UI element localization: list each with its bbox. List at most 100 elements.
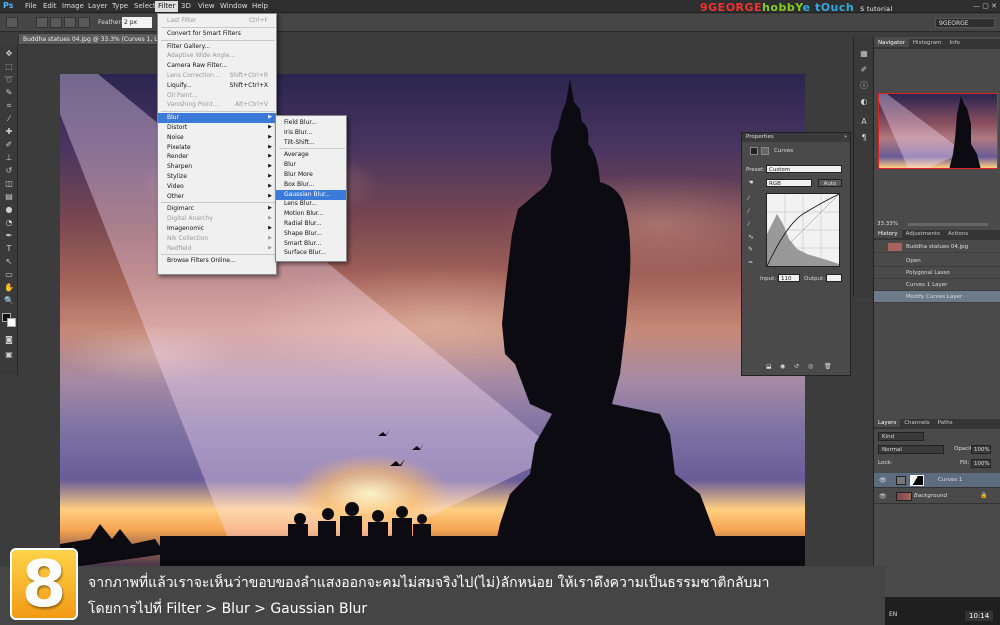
delete-adjustment-icon[interactable]: 🗑: [824, 363, 832, 370]
adjust-dock-icon[interactable]: ◐: [858, 97, 870, 107]
menu-layer[interactable]: Layer: [85, 1, 111, 12]
menu-item-lens-blur[interactable]: Lens Blur...: [276, 199, 346, 209]
menu-edit[interactable]: Edit: [40, 1, 60, 12]
gray-point-eyedropper-icon[interactable]: ⁄: [748, 208, 749, 215]
menu-item-gaussian-blur[interactable]: Gaussian Blur...: [276, 189, 346, 200]
menu-item-stylize[interactable]: Stylize ▶: [158, 172, 276, 182]
add-selection-icon[interactable]: [50, 17, 62, 28]
menu-item-sharpen[interactable]: Sharpen ▶: [158, 162, 276, 172]
navigator-zoom-slider[interactable]: [908, 223, 988, 226]
eye-icon[interactable]: 👁: [879, 493, 887, 500]
healing-tool-icon[interactable]: ✚: [3, 127, 15, 137]
view-previous-icon[interactable]: ◉: [780, 363, 785, 370]
blend-mode-select[interactable]: Normal: [878, 445, 944, 454]
marquee-tool-icon[interactable]: ⬚: [3, 62, 15, 72]
lasso-preset-icon[interactable]: [6, 17, 18, 28]
menu-item-shape-blur[interactable]: Shape Blur...: [276, 229, 346, 239]
fill-input[interactable]: 100%: [971, 459, 991, 468]
stamp-tool-icon[interactable]: ⊥: [3, 153, 15, 163]
menu-item-browse-filters-online[interactable]: Browse Filters Online...: [158, 256, 276, 266]
clip-to-layer-icon[interactable]: ⬓: [766, 363, 772, 370]
shape-tool-icon[interactable]: ▭: [3, 270, 15, 280]
menu-item-imagenomic[interactable]: Imagenomic ▶: [158, 224, 276, 234]
feather-input[interactable]: 2 px: [122, 17, 152, 28]
path-select-tool-icon[interactable]: ↖: [3, 257, 15, 267]
history-item[interactable]: Polygonal Lasso: [874, 267, 1000, 279]
tab-channels[interactable]: Channels: [900, 419, 933, 427]
black-point-eyedropper-icon[interactable]: ⁄: [748, 195, 749, 202]
workspace-select[interactable]: 9GEORGE: [935, 18, 995, 28]
blur-tool-icon[interactable]: ●: [3, 205, 15, 215]
tab-adjustments[interactable]: Adjustments: [902, 230, 944, 238]
output-field[interactable]: [826, 274, 842, 282]
layer-kind-filter[interactable]: Kind: [878, 432, 924, 441]
input-field[interactable]: 110: [778, 274, 800, 282]
menu-view[interactable]: View: [195, 1, 218, 12]
subtract-selection-icon[interactable]: [64, 17, 76, 28]
menu-item-blur[interactable]: Blur ▶: [158, 113, 276, 124]
menu-item-box-blur[interactable]: Box Blur...: [276, 180, 346, 190]
menu-type[interactable]: Type: [109, 1, 131, 12]
eyedropper-tool-icon[interactable]: ⁄: [3, 114, 15, 124]
history-dock-icon[interactable]: ▦: [858, 49, 870, 59]
window-controls[interactable]: — ▢ ✕: [973, 2, 997, 10]
move-tool-icon[interactable]: ✥: [3, 49, 15, 59]
tab-paths[interactable]: Paths: [934, 419, 957, 427]
menu-item-average[interactable]: Average: [276, 150, 346, 160]
menu-item-video[interactable]: Video ▶: [158, 182, 276, 192]
layer-mask-thumbnail[interactable]: [910, 475, 924, 486]
history-item[interactable]: Open: [874, 255, 1000, 267]
menu-3d[interactable]: 3D: [178, 1, 194, 12]
brush-dock-icon[interactable]: ✐: [858, 65, 870, 75]
menu-item-convert-for-smart-filters[interactable]: Convert for Smart Filters: [158, 29, 276, 39]
menu-item-radial-blur[interactable]: Radial Blur...: [276, 219, 346, 229]
preset-select[interactable]: Custom: [766, 165, 842, 173]
quick-select-tool-icon[interactable]: ✎: [3, 88, 15, 98]
visibility-icon[interactable]: ◎: [808, 363, 813, 370]
navigator-thumbnail[interactable]: [878, 93, 998, 169]
menu-file[interactable]: File: [22, 1, 40, 12]
menu-item-smart-blur[interactable]: Smart Blur...: [276, 239, 346, 249]
language-indicator[interactable]: EN: [889, 611, 897, 618]
menu-filter[interactable]: Filter: [155, 1, 179, 12]
menu-item-filter-gallery[interactable]: Filter Gallery...: [158, 42, 276, 52]
panel-collapse-icon[interactable]: »: [844, 134, 847, 140]
brush-tool-icon[interactable]: ✐: [3, 140, 15, 150]
history-brush-icon[interactable]: ↺: [3, 166, 15, 176]
menu-item-camera-raw-filter[interactable]: Camera Raw Filter...: [158, 61, 276, 71]
reset-icon[interactable]: ↺: [794, 363, 799, 370]
paragraph-dock-icon[interactable]: ¶: [858, 133, 870, 143]
history-item[interactable]: Modify Curves Layer: [874, 291, 1000, 303]
auto-button[interactable]: Auto: [818, 179, 842, 187]
tab-navigator[interactable]: Navigator: [874, 39, 909, 47]
menu-item-render[interactable]: Render ▶: [158, 152, 276, 162]
menu-item-liquify[interactable]: Liquify... Shift+Ctrl+X: [158, 81, 276, 91]
menu-item-tilt-shift[interactable]: Tilt-Shift...: [276, 138, 346, 148]
quick-mask-icon[interactable]: ◙: [3, 335, 15, 345]
character-dock-icon[interactable]: A: [858, 117, 870, 127]
menu-item-blur-more[interactable]: Blur More: [276, 170, 346, 180]
smooth-icon[interactable]: ≈: [748, 259, 753, 266]
menu-image[interactable]: Image: [59, 1, 87, 12]
layer-row[interactable]: 👁 Curves 1: [874, 473, 1000, 488]
dodge-tool-icon[interactable]: ◔: [3, 218, 15, 228]
hand-adjust-icon[interactable]: ☚: [748, 179, 753, 186]
history-snapshot[interactable]: Buddha statues 04.jpg: [874, 241, 1000, 253]
menu-item-motion-blur[interactable]: Motion Blur...: [276, 209, 346, 219]
menu-window[interactable]: Window: [217, 1, 251, 12]
crop-tool-icon[interactable]: ⌗: [3, 101, 15, 111]
layer-mask-icon[interactable]: [761, 147, 769, 155]
type-tool-icon[interactable]: T: [3, 244, 15, 254]
menu-item-field-blur[interactable]: Field Blur...: [276, 118, 346, 128]
menu-item-pixelate[interactable]: Pixelate ▶: [158, 143, 276, 153]
menu-help[interactable]: Help: [249, 1, 271, 12]
zoom-tool-icon[interactable]: 🔍: [3, 296, 15, 306]
curve-edit-icon[interactable]: ∿: [748, 233, 754, 241]
navigator-zoom[interactable]: 33.33%: [877, 221, 898, 227]
background-color-swatch[interactable]: [7, 318, 16, 327]
menu-item-digimarc[interactable]: Digimarc ▶: [158, 204, 276, 214]
pencil-icon[interactable]: ✎: [748, 246, 753, 253]
eye-icon[interactable]: 👁: [879, 477, 887, 484]
hand-tool-icon[interactable]: ✋: [3, 283, 15, 293]
menu-item-noise[interactable]: Noise ▶: [158, 133, 276, 143]
